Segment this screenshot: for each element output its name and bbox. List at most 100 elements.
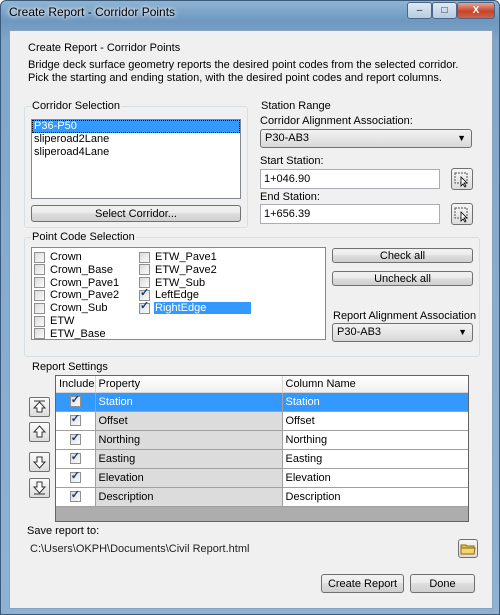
pick-start-station-button[interactable]: [451, 168, 473, 190]
point-code-checkbox[interactable]: [34, 328, 45, 340]
title-bar[interactable]: Create Report - Corridor Points – □ X: [1, 1, 499, 23]
point-code-item[interactable]: Crown_Pave2: [34, 289, 120, 302]
include-cell[interactable]: [56, 392, 96, 412]
include-cell[interactable]: [56, 487, 96, 507]
maximize-button[interactable]: □: [432, 2, 457, 19]
property-cell[interactable]: Station: [95, 392, 283, 412]
include-checkbox[interactable]: [69, 412, 81, 427]
check-all-button[interactable]: Check all: [332, 248, 473, 263]
property-cell[interactable]: Northing: [95, 430, 283, 450]
point-code-list[interactable]: Crown Crown_Base Crown_Pave1 Crown_Pave2 Cro…: [31, 247, 326, 340]
include-checkbox[interactable]: [69, 469, 81, 484]
point-code-label: Crown_Base: [50, 263, 113, 276]
point-code-item[interactable]: Crown_Base: [34, 264, 114, 277]
point-code-checkbox[interactable]: [139, 251, 150, 263]
point-code-label: Crown_Pave1: [50, 276, 120, 289]
table-row[interactable]: NorthingNorthing: [56, 430, 468, 450]
move-top-button[interactable]: [29, 397, 50, 417]
dialog-body: Create Report - Corridor Points Bridge d…: [9, 30, 493, 609]
point-code-label: LeftEdge: [155, 289, 200, 302]
table-row[interactable]: StationStation: [56, 392, 468, 412]
move-down-button[interactable]: [29, 452, 50, 472]
window-title: Create Report - Corridor Points: [9, 5, 176, 19]
point-code-label: ETW: [50, 315, 75, 327]
include-checkbox[interactable]: [69, 431, 81, 446]
point-code-checkbox[interactable]: [139, 300, 150, 314]
corridor-list[interactable]: P36-P50 sliperoad2Lane sliperoad4Lane: [31, 119, 241, 199]
corridor-item-p36-p50[interactable]: P36-P50: [32, 120, 240, 133]
point-code-checkbox[interactable]: [139, 264, 150, 276]
point-code-label: ETW_Pave2: [155, 263, 217, 276]
point-code-label: Crown: [50, 251, 82, 263]
save-path-field[interactable]: C:\Users\OKPH\Documents\Civil Report.htm…: [27, 541, 451, 559]
include-checkbox[interactable]: [69, 488, 81, 503]
done-button[interactable]: Done: [410, 574, 475, 593]
include-cell[interactable]: [56, 411, 96, 431]
table-row[interactable]: OffsetOffset: [56, 411, 468, 431]
minimize-button[interactable]: –: [407, 2, 432, 19]
move-up-button[interactable]: [29, 422, 50, 442]
include-cell[interactable]: [56, 430, 96, 450]
column-header-include[interactable]: Include: [56, 376, 96, 393]
column-name-cell[interactable]: Offset: [282, 411, 468, 431]
point-code-checkbox[interactable]: [34, 302, 45, 314]
point-code-checkbox[interactable]: [34, 315, 45, 327]
property-cell[interactable]: Easting: [95, 449, 283, 469]
point-code-label: Crown_Pave2: [50, 289, 120, 302]
report-settings-grid[interactable]: Include Property Column Name StationStat…: [55, 375, 469, 522]
browse-folder-button[interactable]: [458, 539, 478, 558]
point-code-item[interactable]: Crown: [34, 251, 83, 264]
point-code-item[interactable]: Crown_Pave1: [34, 277, 120, 290]
corridor-item-sliperoad2lane[interactable]: sliperoad2Lane: [32, 133, 240, 146]
chevron-down-icon: ▼: [458, 327, 467, 337]
point-code-item[interactable]: ETW_Pave2: [139, 264, 218, 277]
include-cell[interactable]: [56, 449, 96, 469]
point-code-item[interactable]: ETW_Base: [34, 328, 107, 341]
select-corridor-button[interactable]: Select Corridor...: [31, 205, 241, 222]
point-code-item[interactable]: ETW_Pave1: [139, 251, 218, 264]
close-button[interactable]: X: [457, 2, 495, 19]
arrow-bottom-icon: [32, 481, 47, 495]
end-station-field[interactable]: 1+656.39: [260, 204, 440, 224]
uncheck-all-button[interactable]: Uncheck all: [332, 271, 473, 286]
dialog-window: Create Report - Corridor Points – □ X Cr…: [0, 0, 500, 615]
column-header-property[interactable]: Property: [95, 376, 283, 393]
point-code-item[interactable]: RightEdge: [139, 300, 252, 315]
arrow-down-icon: [32, 456, 47, 469]
column-name-cell[interactable]: Description: [282, 487, 468, 507]
corridor-item-sliperoad4lane[interactable]: sliperoad4Lane: [32, 146, 240, 159]
column-name-cell[interactable]: Elevation: [282, 468, 468, 488]
point-code-label: Crown_Sub: [50, 302, 108, 315]
column-name-cell[interactable]: Northing: [282, 430, 468, 450]
table-row[interactable]: DescriptionDescription: [56, 487, 468, 507]
point-code-checkbox[interactable]: [34, 264, 45, 276]
include-checkbox[interactable]: [69, 393, 81, 408]
point-code-item[interactable]: Crown_Sub: [34, 302, 108, 315]
point-code-checkbox[interactable]: [34, 251, 45, 263]
arrow-up-icon: [32, 425, 47, 438]
point-code-label: ETW_Base: [50, 327, 106, 340]
point-code-checkbox[interactable]: [34, 289, 45, 301]
column-name-cell[interactable]: Easting: [282, 449, 468, 469]
station-range-label: Station Range: [260, 100, 332, 112]
include-checkbox[interactable]: [69, 450, 81, 465]
report-settings-label: Report Settings: [31, 361, 109, 373]
property-cell[interactable]: Offset: [95, 411, 283, 431]
table-row[interactable]: ElevationElevation: [56, 468, 468, 488]
create-report-button[interactable]: Create Report: [321, 574, 404, 593]
include-cell[interactable]: [56, 468, 96, 488]
property-cell[interactable]: Elevation: [95, 468, 283, 488]
column-name-cell[interactable]: Station: [282, 392, 468, 412]
pick-end-station-button[interactable]: [451, 203, 473, 225]
property-cell[interactable]: Description: [95, 487, 283, 507]
save-report-label: Save report to:: [27, 525, 100, 537]
start-station-field[interactable]: 1+046.90: [260, 169, 440, 189]
column-header-column-name[interactable]: Column Name: [282, 376, 468, 393]
point-code-item[interactable]: ETW: [34, 315, 75, 328]
move-bottom-button[interactable]: [29, 478, 50, 498]
corridor-alignment-dropdown[interactable]: P30-AB3 ▼: [260, 129, 472, 148]
corridor-alignment-value: P30-AB3: [265, 132, 310, 144]
table-row[interactable]: EastingEasting: [56, 449, 468, 469]
point-code-checkbox[interactable]: [34, 277, 45, 289]
report-alignment-dropdown[interactable]: P30-AB3 ▼: [332, 323, 473, 342]
